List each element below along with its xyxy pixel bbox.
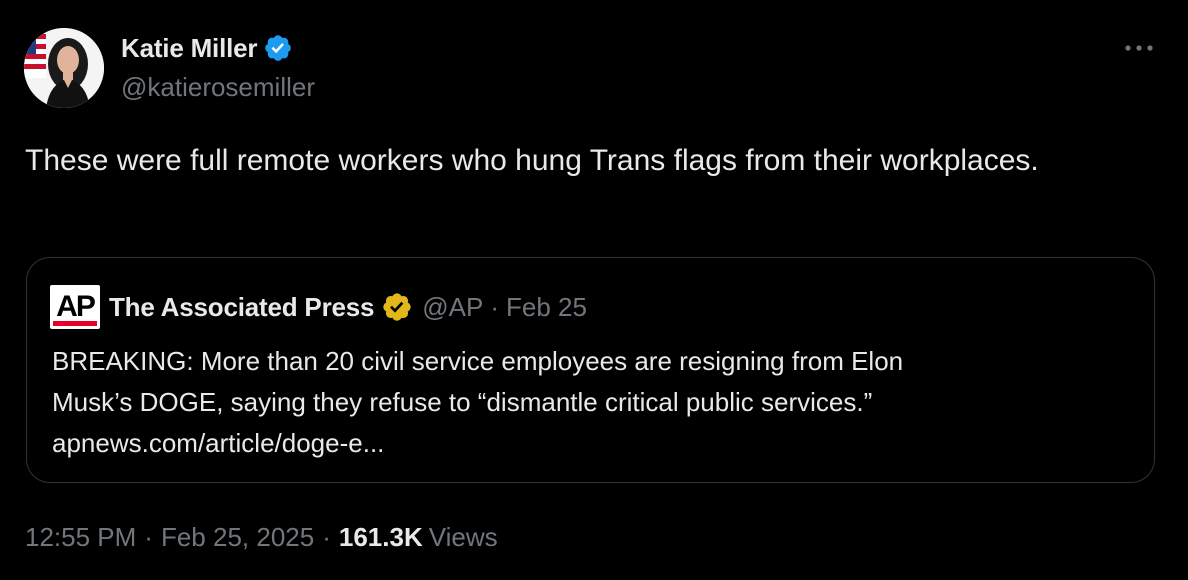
tweet-time[interactable]: 12:55 PM [25,522,136,553]
author-display-name[interactable]: Katie Miller [121,33,258,64]
avatar[interactable] [24,28,104,108]
meta-separator: · [144,521,153,552]
quoted-date[interactable]: Feb 25 [506,292,587,323]
more-dots-icon [1125,45,1153,51]
author-name-row: Katie Miller [121,30,293,66]
quoted-tweet-text: BREAKING: More than 20 civil service emp… [52,341,1132,464]
more-options-button[interactable] [1121,34,1157,62]
tweet-meta: 12:55 PM · Feb 25, 2025 · 161.3K Views [25,517,498,557]
views-count[interactable]: 161.3K [339,522,423,553]
tweet-date[interactable]: Feb 25, 2025 [161,522,314,553]
quoted-tweet-header: AP The Associated Press @AP · Feb 25 [50,285,587,329]
quoted-text-line-2: Musk’s DOGE, saying they refuse to “dism… [52,387,873,417]
ap-logo-icon[interactable]: AP [50,285,100,329]
gold-verified-badge-icon[interactable] [381,291,413,323]
author-handle[interactable]: @katierosemiller [121,72,315,103]
tweet-text: These were full remote workers who hung … [25,144,1039,177]
quoted-handle[interactable]: @AP [422,292,483,323]
meta-separator-2: · [322,521,331,552]
views-label: Views [428,521,498,552]
verified-badge-icon[interactable] [263,33,293,63]
quoted-text-line-1: BREAKING: More than 20 civil service emp… [52,346,904,376]
quoted-separator: · [490,291,500,322]
svg-text:AP: AP [56,290,95,323]
quoted-article-link[interactable]: apnews.com/article/doge-e... [52,428,384,458]
tweet: Katie Miller @katierosemiller These were… [0,0,1188,580]
avatar-image [24,28,104,108]
quoted-display-name[interactable]: The Associated Press [109,292,374,323]
quoted-tweet-card[interactable]: AP The Associated Press @AP · Feb 25 BRE… [26,257,1155,483]
